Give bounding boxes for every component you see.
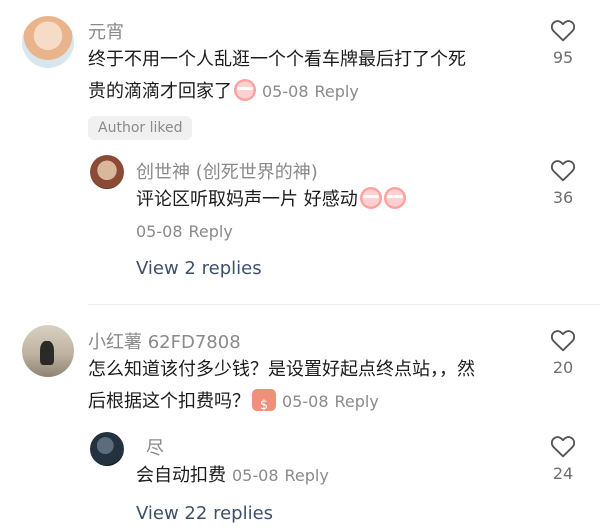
reply-text-line: 评论区听取妈声一片 好感动 xyxy=(136,184,406,215)
reply-button[interactable]: Reply xyxy=(189,222,233,241)
comment-username[interactable]: 小红薯 62FD7808 xyxy=(88,328,241,354)
comment-meta: 05-08 Reply xyxy=(282,392,379,411)
reply-date: 05-08 xyxy=(136,222,183,241)
comment-text-line1: 怎么知道该付多少钱？是设置好起点终点站，，然 xyxy=(88,359,475,380)
like-count: 36 xyxy=(552,188,574,207)
reply-username[interactable]: 创世神 (创死世界的神) xyxy=(136,158,318,184)
crying-emoji-icon xyxy=(359,187,382,209)
reply-date: 05-08 xyxy=(232,466,279,485)
reply-meta: 05-08 Reply xyxy=(136,222,233,241)
comment-text: 贵的滴滴才回家了 xyxy=(88,81,232,102)
avatar[interactable] xyxy=(22,16,74,68)
heart-outline-icon xyxy=(550,330,576,352)
view-replies-button[interactable]: View 2 replies xyxy=(136,258,262,279)
reply-button[interactable]: Reply xyxy=(315,82,359,101)
like-count: 95 xyxy=(552,48,574,67)
heart-outline-icon xyxy=(550,160,576,182)
comment-date: 05-08 xyxy=(262,82,309,101)
money-emoji-icon xyxy=(252,389,276,421)
crying-emoji-icon xyxy=(234,79,256,101)
like-button[interactable]: 95 xyxy=(548,18,578,67)
reply-text: 会自动扣费 xyxy=(136,465,226,486)
reply-meta: 05-08 Reply xyxy=(232,466,329,485)
heart-outline-icon xyxy=(550,20,576,42)
view-replies-button[interactable]: View 22 replies xyxy=(136,503,273,524)
reply-button[interactable]: Reply xyxy=(335,392,379,411)
heart-outline-icon xyxy=(550,436,576,458)
reply-username[interactable]: 尽 xyxy=(146,434,164,460)
comment-date: 05-08 xyxy=(282,392,329,411)
comment-text-line2: 后根据这个扣费吗？ 05-08 Reply xyxy=(88,386,379,421)
author-liked-badge: Author liked xyxy=(88,116,193,140)
like-button[interactable]: 20 xyxy=(548,328,578,377)
comment-username[interactable]: 元宵 xyxy=(88,18,124,44)
like-button[interactable]: 24 xyxy=(548,434,578,483)
reply-text: 评论区听取妈声一片 好感动 xyxy=(136,189,358,210)
reply-text-line: 会自动扣费 05-08 Reply xyxy=(136,460,329,491)
comment-text-line1: 终于不用一个人乱逛一个个看车牌最后打了个死 xyxy=(88,49,466,70)
like-button[interactable]: 36 xyxy=(548,158,578,207)
avatar[interactable] xyxy=(22,325,74,377)
divider xyxy=(88,304,600,305)
avatar[interactable] xyxy=(90,155,124,189)
crying-emoji-icon xyxy=(383,187,406,209)
comment-text-line2: 贵的滴滴才回家了 05-08 Reply xyxy=(88,76,359,107)
like-count: 24 xyxy=(552,464,574,483)
like-count: 20 xyxy=(552,358,574,377)
comment-text: 后根据这个扣费吗？ xyxy=(88,391,250,412)
reply-button[interactable]: Reply xyxy=(285,466,329,485)
comment-meta: 05-08 Reply xyxy=(262,82,359,101)
avatar[interactable] xyxy=(90,432,124,466)
